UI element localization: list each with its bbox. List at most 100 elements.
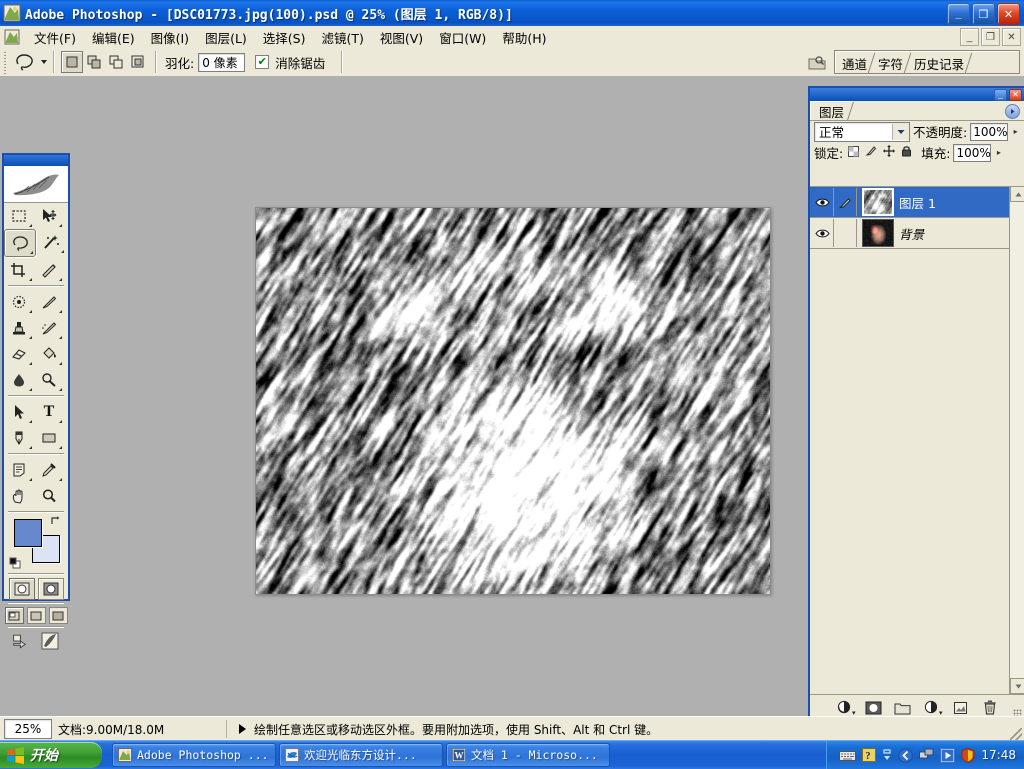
tab-layers[interactable]: 图层 <box>810 101 851 120</box>
layers-scrollbar[interactable] <box>1009 186 1024 694</box>
taskbar-item-photoshop[interactable]: Adobe Photoshop ... <box>112 743 276 767</box>
fill-input[interactable]: 100% <box>953 143 992 162</box>
layer-edit-indicator[interactable] <box>834 188 857 216</box>
brush-tool[interactable] <box>34 289 64 315</box>
delete-layer-button[interactable] <box>980 699 1000 717</box>
scroll-up-button[interactable] <box>1010 186 1024 202</box>
menu-image[interactable]: 图像(I) <box>143 26 197 49</box>
menu-file[interactable]: 文件(F) <box>26 26 84 49</box>
swap-colors-icon[interactable] <box>50 515 62 530</box>
document-canvas[interactable] <box>255 207 771 595</box>
network-connection-icon[interactable] <box>919 748 934 762</box>
lock-position-icon[interactable] <box>883 145 896 160</box>
tool-preset-chevron-down-icon[interactable] <box>41 60 47 64</box>
window-resize-grip[interactable] <box>1010 728 1022 740</box>
move-tool[interactable] <box>34 203 64 229</box>
document-icon[interactable] <box>4 29 20 45</box>
palette-close-button[interactable]: ✕ <box>1009 88 1022 101</box>
lock-all-icon[interactable] <box>901 145 912 160</box>
well-tab-channels[interactable]: 通道 <box>835 53 871 73</box>
new-group-button[interactable] <box>893 699 913 717</box>
well-tab-history[interactable]: 历史记录 <box>907 53 968 73</box>
paint-bucket-tool[interactable] <box>34 341 64 367</box>
standard-screen-mode-button[interactable] <box>4 607 24 624</box>
doc-minimize-button[interactable]: _ <box>960 28 979 46</box>
toolbox-titlebar[interactable] <box>4 155 68 166</box>
imageready-icon[interactable] <box>40 632 60 650</box>
layer-thumbnail[interactable] <box>862 219 894 247</box>
antivirus-icon[interactable] <box>961 747 975 763</box>
layer-row-1[interactable]: 图层 1 <box>810 187 1024 218</box>
dodge-tool[interactable] <box>34 367 64 393</box>
minimize-button[interactable]: _ <box>947 3 970 25</box>
subtract-from-selection-button[interactable] <box>105 51 127 73</box>
antialias-row[interactable]: ✔ 消除锯齿 <box>255 53 329 72</box>
taskbar-item-browser[interactable]: 欢迎光临东方设计... <box>279 743 443 767</box>
add-layer-mask-button[interactable] <box>864 699 884 717</box>
slice-tool[interactable] <box>34 257 64 283</box>
menu-filter[interactable]: 滤镜(T) <box>313 26 371 49</box>
layer-name[interactable]: 图层 1 <box>899 193 1024 212</box>
full-screen-with-menubar-button[interactable] <box>26 607 46 624</box>
blur-tool[interactable] <box>4 367 34 393</box>
menu-select[interactable]: 选择(S) <box>255 26 314 49</box>
crop-tool[interactable] <box>4 257 34 283</box>
standard-mode-button[interactable] <box>8 578 35 600</box>
expand-tray-icon[interactable] <box>882 747 892 763</box>
full-screen-mode-button[interactable] <box>48 607 68 624</box>
history-brush-tool[interactable] <box>34 315 64 341</box>
quick-mask-mode-button[interactable] <box>37 578 64 600</box>
layer-thumbnail[interactable] <box>862 188 894 216</box>
hand-tool[interactable] <box>4 483 34 509</box>
clone-stamp-tool[interactable] <box>4 315 34 341</box>
menu-help[interactable]: 帮助(H) <box>494 26 554 49</box>
menu-window[interactable]: 窗口(W) <box>431 26 494 49</box>
blend-mode-select[interactable]: 正常 <box>814 121 910 142</box>
lock-image-icon[interactable] <box>865 145 877 160</box>
add-to-selection-button[interactable] <box>83 51 105 73</box>
layer-visibility-toggle[interactable] <box>811 219 834 247</box>
layer-name[interactable]: 背景 <box>899 224 1002 243</box>
scroll-down-button[interactable] <box>1010 678 1024 694</box>
healing-brush-tool[interactable] <box>4 289 34 315</box>
well-tab-character[interactable]: 字符 <box>871 53 907 73</box>
type-tool[interactable]: T <box>34 399 64 425</box>
new-selection-button[interactable] <box>61 51 83 73</box>
layer-style-button[interactable]: ▾ <box>835 699 856 717</box>
opacity-slider-chevron-icon[interactable]: ▸ <box>1011 124 1020 140</box>
options-bar-grip[interactable] <box>1 50 9 74</box>
layer-visibility-toggle[interactable] <box>811 188 834 216</box>
taskbar-item-word[interactable]: W 文档 1 - Microso... <box>446 743 610 767</box>
current-tool-preview[interactable] <box>9 50 41 74</box>
network-icon[interactable] <box>898 747 914 763</box>
layers-palette-titlebar[interactable]: _ ✕ <box>810 88 1024 101</box>
start-button[interactable]: 开始 <box>0 742 102 768</box>
path-selection-tool[interactable] <box>4 399 34 425</box>
antialias-checkbox[interactable]: ✔ <box>255 55 270 69</box>
close-button[interactable]: ✕ <box>997 3 1020 25</box>
opacity-input[interactable]: 100% <box>970 122 1009 141</box>
menu-view[interactable]: 视图(V) <box>372 26 431 49</box>
eyedropper-tool[interactable] <box>34 457 64 483</box>
foreground-color-swatch[interactable] <box>14 519 42 547</box>
pen-tool[interactable] <box>4 425 34 451</box>
zoom-tool[interactable] <box>34 483 64 509</box>
lasso-tool[interactable] <box>4 229 36 257</box>
menu-layer[interactable]: 图层(L) <box>197 26 255 49</box>
document-size-info[interactable]: 文档:9.00M/18.0M <box>56 720 227 738</box>
eraser-tool[interactable] <box>4 341 34 367</box>
notes-tool[interactable] <box>4 457 34 483</box>
restore-button[interactable]: ❐ <box>972 3 995 25</box>
palette-minimize-button[interactable]: _ <box>994 88 1007 101</box>
default-colors-icon[interactable] <box>9 557 21 569</box>
new-layer-button[interactable] <box>951 699 971 717</box>
chevron-down-icon[interactable] <box>891 123 909 140</box>
clock[interactable]: 17:48 <box>981 748 1016 762</box>
palette-menu-button[interactable] <box>1005 104 1020 119</box>
file-browser-button[interactable] <box>804 52 830 74</box>
jump-to-imageready-button[interactable] <box>12 632 32 650</box>
status-menu-triangle-icon[interactable] <box>239 724 246 734</box>
fill-slider-chevron-icon[interactable]: ▸ <box>994 145 1003 161</box>
feather-input[interactable]: 0 像素 <box>198 52 246 72</box>
new-adjustment-layer-button[interactable]: ▾ <box>922 699 943 717</box>
